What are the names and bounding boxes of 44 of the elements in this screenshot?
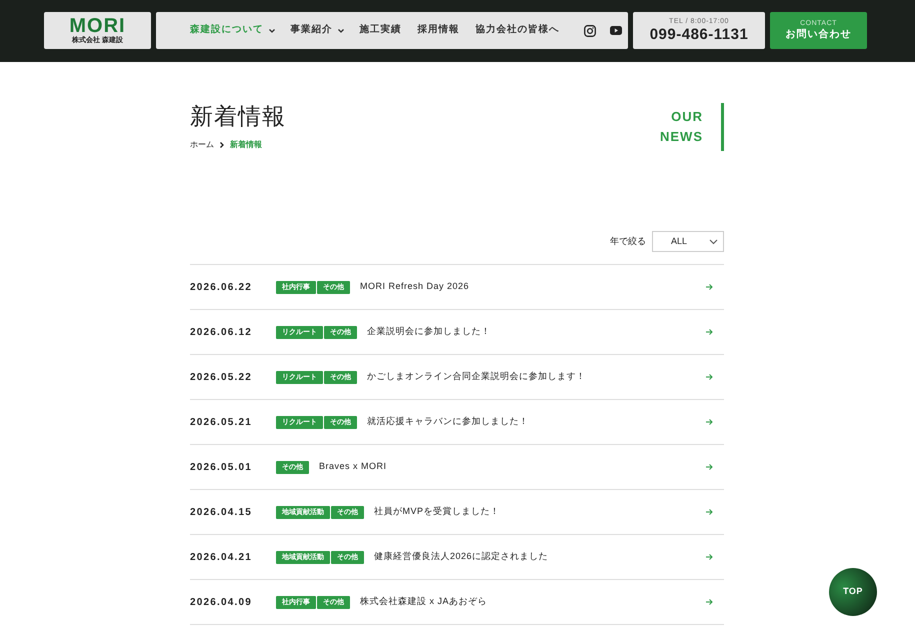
arrow-right-icon (706, 329, 713, 335)
filter-label: 年で絞る (610, 234, 646, 248)
news-title: かごしまオンライン合同企業説明会に参加します！ (367, 370, 586, 384)
nav-link[interactable]: 採用情報 (418, 23, 460, 38)
heading-line: OUR (671, 108, 703, 126)
news-date: 2026.04.21 (190, 550, 254, 564)
breadcrumb-link[interactable]: ホーム (190, 139, 214, 151)
back-to-top-button[interactable]: TOP (829, 568, 877, 616)
instagram-icon[interactable] (584, 24, 596, 36)
news-title: 株式会社森建設 x JAあおぞら (360, 595, 488, 608)
arrow-right-icon (706, 284, 713, 290)
news-title: 企業説明会に参加しました！ (367, 325, 492, 338)
news-date: 2026.06.12 (190, 326, 254, 340)
chevron-right-icon (220, 142, 224, 148)
caret-icon (268, 28, 274, 32)
news-title: 就活応援キャラバンに参加しました！ (367, 415, 530, 428)
heading-line: NEWS (660, 128, 703, 146)
phone-number: 099-486-1131 (650, 26, 748, 44)
nav-link[interactable]: 協力会社の皆様へ (476, 23, 560, 38)
arrow-right-icon (706, 554, 713, 560)
arrow-right-icon (706, 419, 713, 425)
arrow-right-icon (706, 599, 713, 605)
news-date: 2026.06.22 (190, 280, 254, 294)
news-date: 2026.05.01 (190, 460, 254, 474)
arrow-right-icon (706, 464, 713, 470)
news-title: Braves x MORI (319, 460, 388, 474)
breadcrumb-link[interactable]: 新着情報 (230, 139, 262, 151)
nav-link[interactable]: 事業紹介 (290, 23, 344, 38)
news-date: 2026.05.21 (190, 416, 254, 430)
news-title: 社員がMVPを受賞しました！ (374, 505, 501, 518)
youtube-icon[interactable] (610, 26, 622, 35)
news-title: 健康経営優良法人2026に認定されました (374, 550, 550, 564)
chevron-down-icon (709, 238, 718, 244)
year-select[interactable]: ALL (652, 231, 724, 252)
nav-link[interactable]: 施工実績 (360, 23, 402, 38)
arrow-right-icon (706, 374, 713, 380)
arrow-right-icon (706, 509, 713, 515)
caret-icon (338, 28, 344, 32)
logo-wordmark: MORI (69, 16, 126, 36)
news-date: 2026.05.22 (190, 370, 254, 384)
news-title: MORI Refresh Day 2026 (360, 280, 470, 294)
news-date: 2026.04.15 (190, 506, 254, 520)
page-title: 新着情報 (190, 103, 286, 132)
news-date: 2026.04.09 (190, 596, 254, 610)
